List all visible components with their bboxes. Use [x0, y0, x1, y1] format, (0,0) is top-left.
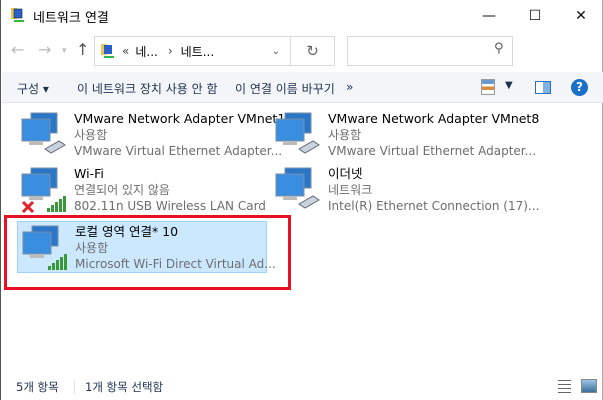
overflow-chevron[interactable]: « — [122, 44, 129, 58]
large-icons-view-icon[interactable] — [581, 379, 597, 393]
connection-item[interactable]: VMware Network Adapter VMnet1 사용함 VMware V… — [17, 109, 285, 161]
window: 네트워크 연결 — ☐ ✕ ← → ▾ ↑ « 네... › 네트... ⌄ ↻… — [0, 0, 603, 400]
connection-device: Intel(R) Ethernet Connection (17)... — [328, 199, 540, 213]
breadcrumb-item[interactable]: 네트... — [181, 43, 215, 60]
forward-button[interactable]: → — [38, 40, 51, 59]
search-input[interactable] — [347, 36, 513, 66]
wifi-disconnected-icon — [19, 166, 69, 214]
ethernet-adapter-icon — [273, 111, 323, 159]
ethernet-adapter-icon — [273, 166, 323, 214]
status-divider — [74, 380, 75, 394]
highlight-annotation — [4, 215, 291, 290]
refresh-button[interactable]: ↻ — [291, 36, 335, 66]
connection-status: 연결되어 있지 않음 — [74, 183, 170, 197]
view-dropdown-icon[interactable]: ▼ — [505, 80, 513, 91]
connection-status: 사용함 — [328, 128, 362, 142]
address-bar[interactable]: « 네... › 네트... ⌄ — [94, 36, 291, 66]
minimize-button[interactable]: — — [466, 0, 512, 32]
details-view-icon[interactable] — [558, 380, 571, 393]
preview-pane-icon[interactable] — [535, 81, 551, 94]
change-view-icon[interactable] — [481, 79, 495, 95]
connection-name: Wi-Fi — [74, 166, 104, 181]
search-icon: ⚲ — [494, 41, 504, 56]
address-dropdown-icon[interactable]: ⌄ — [272, 46, 280, 57]
connection-device: VMware Virtual Ethernet Adapter... — [328, 144, 537, 158]
recent-locations-button[interactable]: ▾ — [62, 46, 67, 56]
disable-device-button[interactable]: 이 네트워크 장치 사용 안 함 — [77, 80, 218, 97]
connection-device: VMware Virtual Ethernet Adapter... — [74, 144, 283, 158]
breadcrumb-separator[interactable]: › — [168, 44, 173, 58]
ethernet-adapter-icon — [19, 111, 69, 159]
connection-status: 네트워크 — [328, 183, 373, 197]
connection-status: 사용함 — [74, 128, 108, 142]
connection-device: 802.11n USB Wireless LAN Card — [74, 199, 266, 213]
connection-name: VMware Network Adapter VMnet1 — [74, 111, 286, 126]
connection-item[interactable]: VMware Network Adapter VMnet8 사용함 VMware V… — [271, 109, 539, 161]
item-count: 5개 항목 — [16, 380, 59, 394]
close-button[interactable]: ✕ — [558, 0, 603, 32]
up-button[interactable]: ↑ — [76, 40, 89, 59]
network-folder-icon — [10, 7, 26, 23]
connection-name: VMware Network Adapter VMnet8 — [328, 111, 540, 126]
breadcrumb-item[interactable]: 네... — [135, 43, 157, 60]
selection-count: 1개 항목 선택함 — [85, 380, 164, 394]
network-folder-icon — [100, 43, 116, 59]
help-icon[interactable]: ? — [571, 79, 588, 96]
window-title: 네트워크 연결 — [33, 11, 109, 26]
connection-name: 이더넷 — [328, 166, 363, 181]
organize-button[interactable]: 구성 ▾ — [17, 80, 49, 97]
back-button[interactable]: ← — [11, 40, 24, 59]
connection-item[interactable]: Wi-Fi 연결되어 있지 않음 802.11n USB Wireless LAN … — [17, 164, 267, 216]
connection-item[interactable]: 이더넷네트워크 Intel(R) Ethernet Connection (17)… — [271, 164, 539, 216]
more-commands-button[interactable]: » — [346, 80, 353, 94]
maximize-button[interactable]: ☐ — [512, 0, 558, 32]
rename-connection-button[interactable]: 이 연결 이름 바꾸기 — [235, 80, 335, 97]
